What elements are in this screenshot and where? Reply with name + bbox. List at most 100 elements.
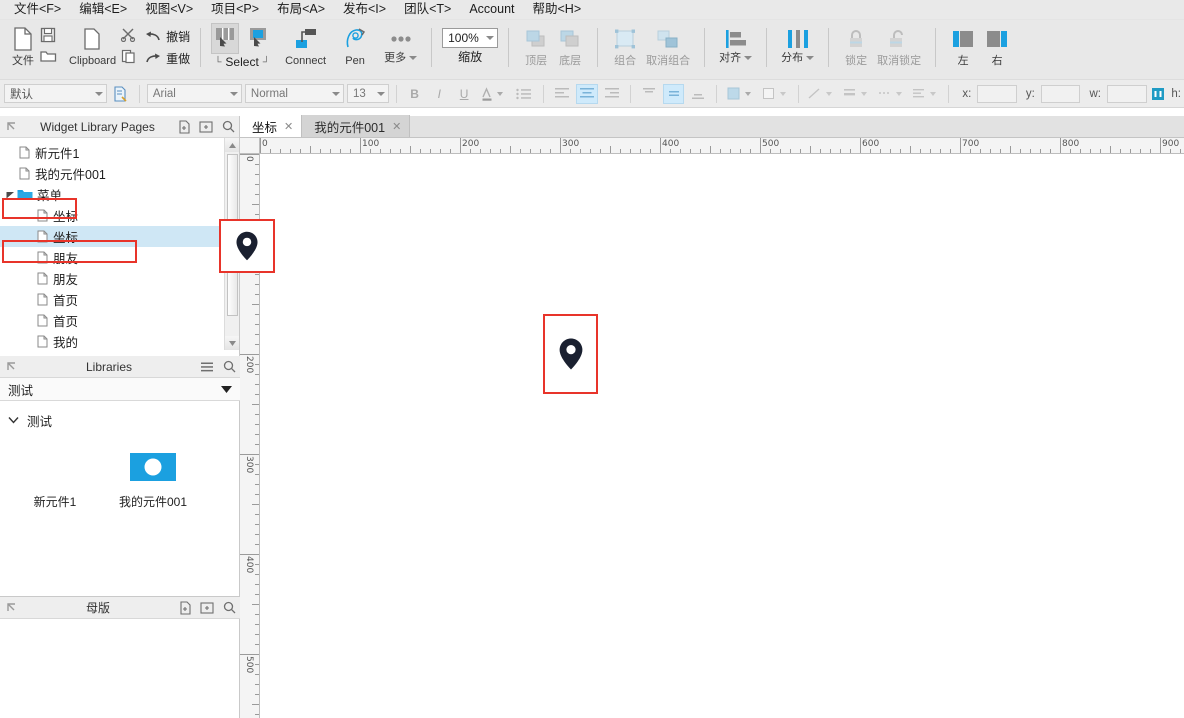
menu-item-view[interactable]: 视图<V>	[137, 0, 201, 19]
tree-item-page[interactable]: 我的	[0, 331, 239, 350]
font-size-select[interactable]: 13	[347, 84, 389, 103]
line-width-button[interactable]	[806, 84, 838, 104]
zoom-select[interactable]: 100%	[442, 28, 498, 48]
clipboard-button[interactable]: Clipboard	[65, 23, 120, 67]
arrow-style-button[interactable]	[910, 84, 942, 104]
menu-item-team[interactable]: 团队<T>	[396, 0, 459, 19]
tree-item-page[interactable]: 首页	[0, 289, 239, 310]
w-input[interactable]	[1107, 85, 1147, 103]
fill-color-button[interactable]	[724, 84, 756, 104]
align-left-button[interactable]	[551, 84, 573, 104]
toggle-right-panel-button[interactable]: 右	[980, 23, 1014, 67]
italic-button[interactable]: I	[428, 84, 450, 104]
y-input[interactable]	[1041, 85, 1081, 103]
location-pin-widget-overlay[interactable]	[219, 219, 275, 273]
lock-button[interactable]: 锁定	[839, 23, 873, 67]
unlock-label: 取消锁定	[877, 55, 921, 67]
redo-button[interactable]: 重做	[145, 50, 190, 67]
tree-item-page[interactable]: 我的元件001	[0, 163, 239, 184]
tree-item-page[interactable]: 坐标	[0, 205, 239, 226]
font-family-select[interactable]: Arial	[147, 84, 242, 103]
paste-icon[interactable]	[120, 49, 137, 67]
menu-item-edit[interactable]: 编辑<E>	[71, 0, 135, 19]
collapse-panel-icon[interactable]	[0, 361, 22, 372]
format-separator-6	[798, 85, 799, 103]
ruler-minor-tick	[252, 704, 259, 705]
group-button[interactable]: 组合	[608, 23, 642, 67]
tab-close-icon[interactable]: ✕	[392, 120, 401, 133]
line-style-button[interactable]	[840, 84, 872, 104]
search-icon[interactable]	[217, 120, 239, 133]
connect-button[interactable]: Connect	[281, 23, 330, 67]
open-folder-icon[interactable]	[40, 49, 57, 66]
distribute-button[interactable]: 分布	[777, 23, 818, 64]
tree-item-page[interactable]: 朋友	[0, 247, 239, 268]
search-icon[interactable]	[218, 360, 240, 373]
library-select[interactable]: 测试	[0, 378, 240, 401]
align-right-button[interactable]	[601, 84, 623, 104]
more-button[interactable]: 更多	[380, 23, 421, 64]
menu-item-layout[interactable]: 布局<A>	[269, 0, 333, 19]
undo-button[interactable]: 撤销	[145, 28, 190, 45]
add-page-icon[interactable]	[174, 601, 196, 615]
collapse-panel-icon[interactable]	[0, 602, 22, 613]
ungroup-button[interactable]: 取消组合	[642, 23, 694, 67]
bring-to-front-button[interactable]: 顶层	[519, 23, 553, 67]
scroll-up-arrow-icon[interactable]	[225, 138, 239, 152]
collapse-panel-icon[interactable]	[0, 121, 22, 132]
bold-button[interactable]: B	[404, 84, 426, 104]
tree-item-page-selected[interactable]: 坐标	[0, 226, 239, 247]
text-color-button[interactable]	[478, 84, 508, 104]
save-icon[interactable]	[40, 27, 57, 46]
tree-item-page[interactable]: 新元件1	[0, 142, 239, 163]
x-input[interactable]	[977, 85, 1017, 103]
font-weight-select[interactable]: Normal	[245, 84, 344, 103]
tree-item-page[interactable]: 朋友	[0, 268, 239, 289]
toggle-left-panel-button[interactable]: 左	[946, 23, 980, 67]
add-folder-icon[interactable]	[195, 120, 217, 133]
line-dash-button[interactable]	[875, 84, 907, 104]
group-chevron-down-icon[interactable]	[8, 413, 19, 427]
location-pin-widget[interactable]	[543, 314, 598, 394]
menu-item-help[interactable]: 帮助<H>	[525, 0, 590, 19]
unlock-button[interactable]: 取消锁定	[873, 23, 925, 67]
cut-scissors-icon[interactable]	[120, 27, 137, 45]
select-mode-contained-button[interactable]	[211, 23, 239, 54]
pen-button[interactable]: Pen	[338, 23, 372, 67]
add-folder-icon[interactable]	[196, 601, 218, 614]
library-item[interactable]: 我的元件001	[108, 447, 198, 510]
scroll-down-arrow-icon[interactable]	[225, 336, 239, 350]
menu-item-project[interactable]: 项目<P>	[203, 0, 267, 19]
menu-item-account[interactable]: Account	[461, 0, 522, 19]
border-color-button[interactable]	[759, 84, 791, 104]
ruler-minor-tick	[255, 314, 259, 315]
tab-close-icon[interactable]: ✕	[284, 120, 293, 133]
tree-item-folder-menu[interactable]: 菜单	[0, 184, 239, 205]
bullet-list-button[interactable]	[511, 84, 537, 104]
tab-my-widget-001[interactable]: 我的元件001 ✕	[302, 115, 410, 137]
design-canvas[interactable]	[260, 154, 1184, 718]
file-button[interactable]: 文件	[6, 23, 40, 67]
tree-item-page[interactable]: 首页	[0, 310, 239, 331]
valign-middle-button[interactable]	[663, 84, 685, 104]
style-select[interactable]: 默认	[4, 84, 107, 103]
search-icon[interactable]	[218, 601, 240, 614]
tab-coordinate[interactable]: 坐标 ✕	[240, 115, 302, 137]
horizontal-ruler[interactable]: 0100200300400500600700800900	[260, 138, 1184, 154]
add-page-icon[interactable]	[173, 120, 195, 134]
menu-item-file[interactable]: 文件<F>	[6, 0, 69, 19]
send-to-back-button[interactable]: 底层	[553, 23, 587, 67]
align-button[interactable]: 对齐	[715, 23, 756, 64]
select-mode-touched-button[interactable]	[245, 23, 273, 54]
library-group-row[interactable]: 测试	[0, 407, 240, 433]
valign-top-button[interactable]	[638, 84, 660, 104]
library-item[interactable]: 新元件1	[10, 447, 100, 510]
align-center-button[interactable]	[576, 84, 598, 104]
aspect-ratio-lock-icon[interactable]	[1150, 84, 1168, 104]
expand-triangle-icon[interactable]	[4, 190, 16, 199]
menu-item-publish[interactable]: 发布<I>	[335, 0, 394, 19]
hamburger-icon[interactable]	[196, 361, 218, 373]
valign-bottom-button[interactable]	[687, 84, 709, 104]
style-editor-button[interactable]	[110, 84, 132, 104]
underline-button[interactable]: U	[453, 84, 475, 104]
